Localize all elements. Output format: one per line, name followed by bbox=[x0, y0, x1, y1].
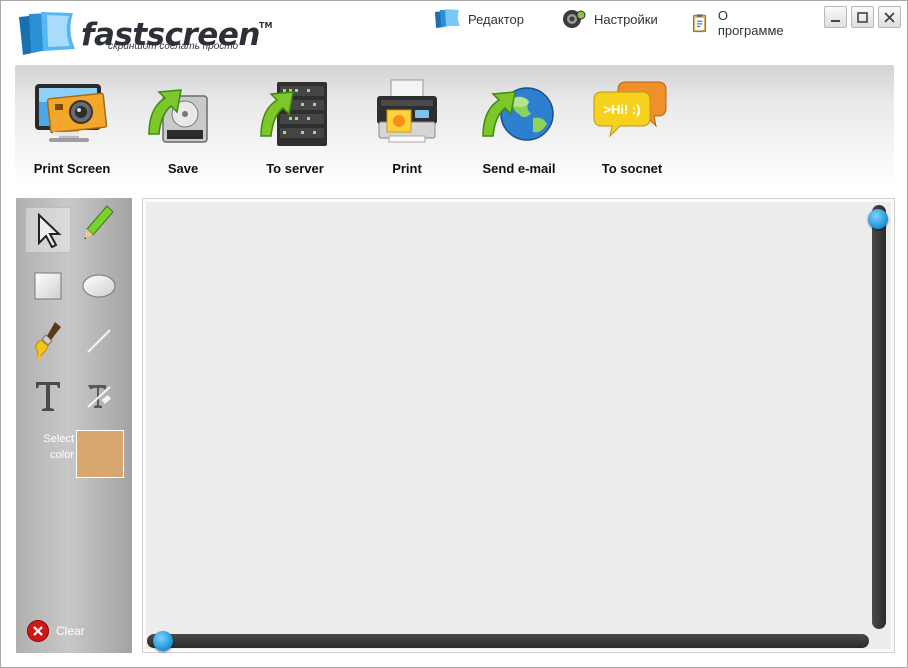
to-socnet-label: To socnet bbox=[601, 161, 663, 176]
minimize-icon bbox=[831, 19, 840, 22]
to-server-button[interactable]: To server bbox=[240, 73, 350, 185]
window-controls bbox=[824, 6, 901, 28]
print-label: Print bbox=[392, 161, 422, 176]
ellipse-icon bbox=[82, 274, 116, 298]
paint-brush-icon bbox=[34, 322, 61, 360]
text-icon bbox=[36, 382, 60, 411]
horizontal-scroll-thumb[interactable] bbox=[153, 631, 173, 651]
pencil-tool[interactable] bbox=[76, 200, 122, 246]
select-color-label: Select color bbox=[43, 433, 74, 461]
rectangle-tool[interactable] bbox=[25, 263, 71, 309]
maximize-icon bbox=[857, 11, 868, 23]
print-screen-label: Print Screen bbox=[33, 161, 111, 176]
brush-tool[interactable] bbox=[25, 318, 71, 364]
rectangle-icon bbox=[34, 272, 62, 300]
clear-x-icon bbox=[27, 620, 49, 642]
nav-about-label: О программе bbox=[717, 8, 784, 38]
pencil-icon bbox=[84, 205, 114, 239]
cursor-arrow-icon bbox=[38, 212, 62, 249]
close-icon bbox=[884, 11, 895, 23]
server-upload-icon bbox=[260, 82, 327, 146]
nav-editor-label: Редактор bbox=[468, 11, 524, 27]
save-button[interactable]: Save bbox=[128, 73, 238, 185]
tools-panel: Select color Clear bbox=[16, 198, 132, 653]
printer-icon bbox=[377, 79, 437, 143]
logo-trademark: TM bbox=[259, 21, 273, 30]
send-email-label: Send e-mail bbox=[482, 161, 556, 176]
app-logo: fastscreen TM скриншот сделать просто bbox=[15, 11, 285, 59]
nav-about[interactable]: О программе bbox=[690, 8, 787, 38]
color-swatch[interactable] bbox=[76, 430, 124, 478]
logo-tagline: скриншот сделать просто bbox=[108, 41, 239, 52]
drawing-canvas[interactable] bbox=[142, 198, 895, 653]
text-eraser-icon bbox=[87, 385, 111, 408]
editor-icon bbox=[435, 9, 460, 28]
vertical-scroll-thumb[interactable] bbox=[868, 209, 888, 229]
to-socnet-button[interactable]: >Hi! :) To socnet bbox=[577, 73, 687, 185]
nav-settings[interactable]: Настройки bbox=[561, 8, 658, 30]
clear-label: Clear bbox=[56, 624, 85, 638]
main-toolbar: Print Screen Save To server Print Send e… bbox=[15, 65, 894, 189]
send-email-button[interactable]: Send e-mail bbox=[464, 73, 574, 185]
save-label: Save bbox=[167, 161, 199, 176]
settings-icon bbox=[563, 10, 586, 28]
print-button[interactable]: Print bbox=[352, 73, 462, 185]
clipboard-icon bbox=[693, 14, 707, 33]
ellipse-tool[interactable] bbox=[76, 263, 122, 309]
nav-settings-label: Настройки bbox=[594, 11, 658, 27]
line-tool[interactable] bbox=[76, 318, 122, 364]
text-tool[interactable] bbox=[25, 373, 71, 419]
chat-bubble-text: >Hi! :) bbox=[603, 102, 640, 117]
chat-bubbles-icon: >Hi! :) bbox=[593, 81, 667, 138]
line-icon bbox=[87, 329, 111, 353]
nav-editor[interactable]: Редактор bbox=[433, 8, 524, 30]
logo-icon bbox=[19, 12, 75, 55]
clear-button[interactable]: Clear bbox=[27, 620, 85, 642]
print-screen-button[interactable]: Print Screen bbox=[17, 73, 127, 185]
print-screen-icon bbox=[35, 84, 108, 142]
minimize-button[interactable] bbox=[824, 6, 847, 28]
email-globe-icon bbox=[482, 87, 554, 141]
close-button[interactable] bbox=[878, 6, 901, 28]
save-icon bbox=[148, 89, 208, 143]
clear-formatting-tool[interactable] bbox=[76, 373, 122, 419]
horizontal-scrollbar[interactable] bbox=[147, 631, 869, 651]
vertical-scrollbar[interactable] bbox=[868, 205, 888, 629]
maximize-button[interactable] bbox=[851, 6, 874, 28]
to-server-label: To server bbox=[266, 161, 324, 176]
select-tool[interactable] bbox=[25, 207, 71, 253]
